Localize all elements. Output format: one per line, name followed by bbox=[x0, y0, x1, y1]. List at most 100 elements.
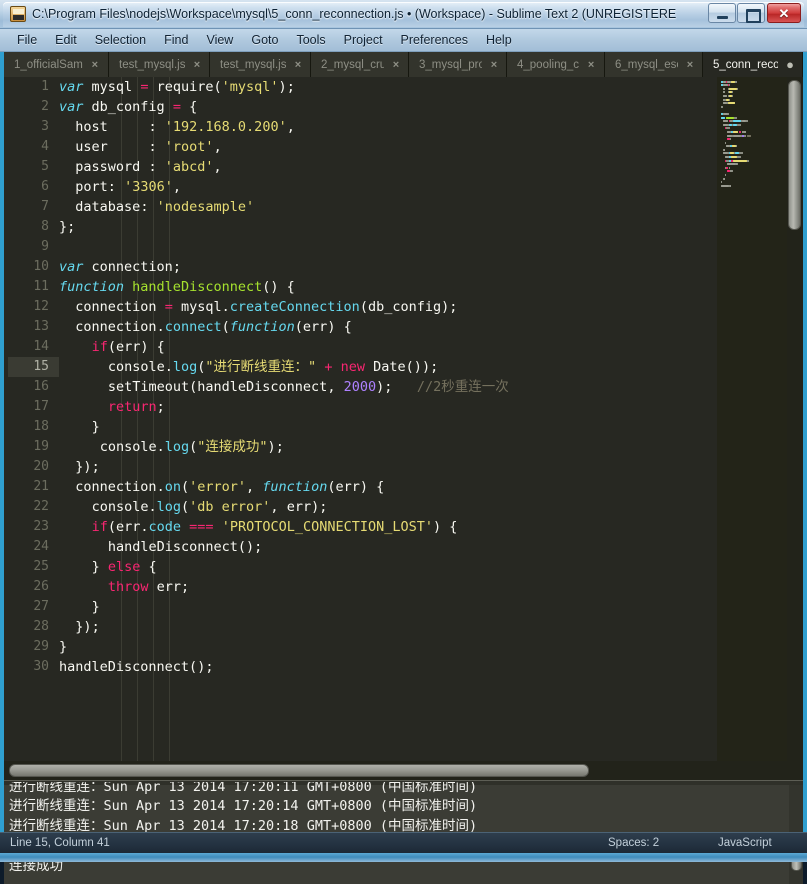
line-number: 3 bbox=[41, 119, 49, 134]
tab-4[interactable]: 3_mysql_pro × bbox=[409, 52, 507, 77]
line-number: 4 bbox=[41, 139, 49, 154]
tab-label: 1_officialSam bbox=[14, 58, 83, 71]
tab-close-icon[interactable]: × bbox=[684, 59, 696, 71]
line-number: 21 bbox=[33, 479, 49, 494]
tab-1[interactable]: test_mysql.js × bbox=[109, 52, 210, 77]
tab-label: 4_pooling_c bbox=[517, 58, 580, 71]
line-number: 2 bbox=[41, 99, 49, 114]
code-line[interactable]: console.log("进行断线重连：" + new Date()); bbox=[59, 357, 717, 377]
code-line[interactable]: if(err.code === 'PROTOCOL_CONNECTION_LOS… bbox=[59, 517, 717, 537]
tab-label: 2_mysql_cru bbox=[321, 58, 384, 71]
code-line[interactable]: var mysql = require('mysql'); bbox=[59, 77, 717, 97]
menu-item-help[interactable]: Help bbox=[477, 31, 521, 49]
code-line[interactable]: } bbox=[59, 597, 717, 617]
tab-2[interactable]: test_mysql.js × bbox=[210, 52, 311, 77]
close-icon[interactable] bbox=[767, 3, 801, 24]
tab-close-icon[interactable]: × bbox=[390, 59, 402, 71]
tab-7[interactable]: 5_conn_reco ● bbox=[703, 52, 803, 77]
line-number: 30 bbox=[33, 659, 49, 674]
code-line[interactable]: var db_config = { bbox=[59, 97, 717, 117]
tab-6[interactable]: 6_mysql_esc × bbox=[605, 52, 703, 77]
menu-item-selection[interactable]: Selection bbox=[86, 31, 155, 49]
code-line[interactable]: connection = mysql.createConnection(db_c… bbox=[59, 297, 717, 317]
horizontal-scrollbar-thumb[interactable] bbox=[9, 764, 589, 777]
menu-item-project[interactable]: Project bbox=[335, 31, 392, 49]
line-number: 10 bbox=[33, 259, 49, 274]
tab-label: test_mysql.js bbox=[119, 58, 185, 71]
code-line[interactable]: connection.connect(function(err) { bbox=[59, 317, 717, 337]
status-syntax-mode[interactable]: JavaScript bbox=[718, 837, 772, 849]
code-line[interactable]: }); bbox=[59, 617, 717, 637]
code-line[interactable]: password : 'abcd', bbox=[59, 157, 717, 177]
code-line[interactable]: host : '192.168.0.200', bbox=[59, 117, 717, 137]
application-window: C:\Program Files\nodejs\Workspace\mysql\… bbox=[0, 0, 807, 884]
tab-close-icon[interactable]: × bbox=[585, 59, 597, 71]
line-number: 15 bbox=[8, 357, 59, 377]
line-number: 28 bbox=[33, 619, 49, 634]
code-content[interactable]: var mysql = require('mysql'); var db_conf… bbox=[59, 77, 717, 761]
minimap-line bbox=[721, 184, 779, 188]
minimize-icon[interactable] bbox=[708, 3, 736, 23]
tab-close-icon[interactable]: × bbox=[292, 59, 304, 71]
menu-item-file[interactable]: File bbox=[8, 31, 46, 49]
title-bar[interactable]: C:\Program Files\nodejs\Workspace\mysql\… bbox=[0, 0, 807, 29]
menu-item-preferences[interactable]: Preferences bbox=[392, 31, 477, 49]
code-line[interactable]: throw err; bbox=[59, 577, 717, 597]
line-number: 22 bbox=[33, 499, 49, 514]
tab-label: 5_conn_reco bbox=[713, 58, 778, 71]
line-number: 29 bbox=[33, 639, 49, 654]
tab-close-icon[interactable]: × bbox=[191, 59, 203, 71]
code-line[interactable]: handleDisconnect(); bbox=[59, 657, 717, 677]
menu-item-view[interactable]: View bbox=[197, 31, 242, 49]
line-number: 26 bbox=[33, 579, 49, 594]
code-line[interactable]: setTimeout(handleDisconnect, 2000); //2秒… bbox=[59, 377, 717, 397]
line-number: 1 bbox=[41, 79, 49, 94]
code-line[interactable]: } else { bbox=[59, 557, 717, 577]
tab-label: test_mysql.js bbox=[220, 58, 286, 71]
code-line[interactable]: }); bbox=[59, 457, 717, 477]
code-line[interactable]: connection.on('error', function(err) { bbox=[59, 477, 717, 497]
status-bar: Line 15, Column 41 Spaces: 2 JavaScript bbox=[0, 832, 807, 853]
code-line[interactable]: console.log('db error', err); bbox=[59, 497, 717, 517]
code-line[interactable]: console.log("连接成功"); bbox=[59, 437, 717, 457]
code-line[interactable] bbox=[59, 237, 717, 257]
menu-item-edit[interactable]: Edit bbox=[46, 31, 86, 49]
code-line[interactable]: var connection; bbox=[59, 257, 717, 277]
code-line[interactable]: return; bbox=[59, 397, 717, 417]
tab-bar: 1_officialSam × test_mysql.js × test_mysql.j… bbox=[4, 52, 803, 77]
code-line[interactable]: port: '3306', bbox=[59, 177, 717, 197]
tab-close-icon[interactable]: × bbox=[488, 59, 500, 71]
tab-label: 6_mysql_esc bbox=[615, 58, 678, 71]
line-number: 9 bbox=[41, 239, 49, 254]
vertical-scrollbar-thumb[interactable] bbox=[788, 80, 801, 230]
code-line[interactable]: } bbox=[59, 417, 717, 437]
line-number: 16 bbox=[33, 379, 49, 394]
minimap[interactable] bbox=[717, 77, 787, 761]
tab-close-icon[interactable]: × bbox=[89, 59, 101, 71]
line-number: 19 bbox=[33, 439, 49, 454]
tab-3[interactable]: 2_mysql_cru × bbox=[311, 52, 409, 77]
line-number: 25 bbox=[33, 559, 49, 574]
menu-item-find[interactable]: Find bbox=[155, 31, 197, 49]
tab-0[interactable]: 1_officialSam × bbox=[4, 52, 109, 77]
code-line[interactable]: } bbox=[59, 637, 717, 657]
tab-dirty-indicator-icon[interactable]: ● bbox=[784, 58, 796, 71]
code-line[interactable]: handleDisconnect(); bbox=[59, 537, 717, 557]
status-indentation[interactable]: Spaces: 2 bbox=[608, 837, 659, 849]
maximize-icon[interactable] bbox=[737, 3, 765, 23]
line-number: 14 bbox=[33, 339, 49, 354]
code-editor[interactable]: 1 2 3 4 5 6 7 8 9 10 11 12 13 14 15 16 17 18 19 20 21 22 23 24 2… bbox=[4, 77, 717, 761]
console-line: 进行断线重连：Sun Apr 13 2014 17:20:11 GMT+0800… bbox=[9, 782, 478, 795]
code-line[interactable]: database: 'nodesample' bbox=[59, 197, 717, 217]
status-cursor-position[interactable]: Line 15, Column 41 bbox=[10, 837, 110, 849]
code-line[interactable]: function handleDisconnect() { bbox=[59, 277, 717, 297]
code-line[interactable]: }; bbox=[59, 217, 717, 237]
tab-5[interactable]: 4_pooling_c × bbox=[507, 52, 605, 77]
menu-item-tools[interactable]: Tools bbox=[287, 31, 334, 49]
code-line[interactable]: user : 'root', bbox=[59, 137, 717, 157]
line-number: 17 bbox=[33, 399, 49, 414]
code-line[interactable]: if(err) { bbox=[59, 337, 717, 357]
line-number: 13 bbox=[33, 319, 49, 334]
menu-item-goto[interactable]: Goto bbox=[242, 31, 287, 49]
window-frame-bottom-edge bbox=[0, 853, 807, 862]
